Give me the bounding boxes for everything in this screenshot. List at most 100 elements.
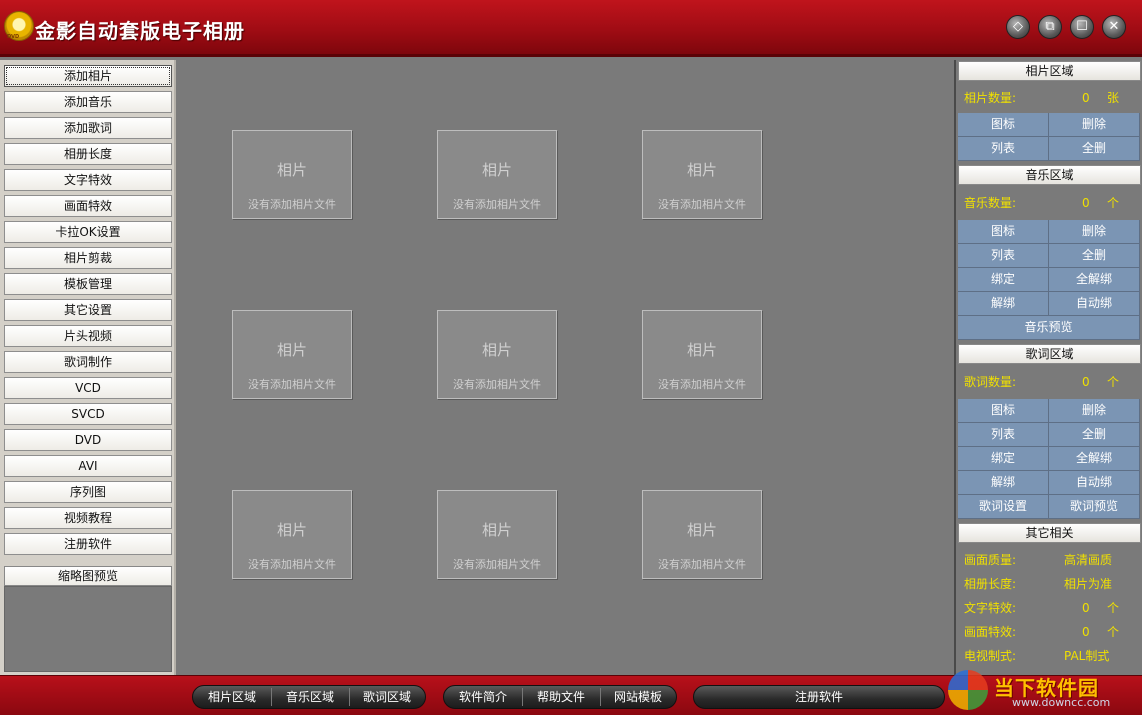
picture-effects-row: 画面特效: 0 个 (964, 621, 1140, 643)
lyric-count-unit: 个 (1107, 375, 1120, 389)
logo-text: DVD (7, 34, 20, 40)
photo-count-unit: 张 (1107, 91, 1120, 105)
lyric-delete-button[interactable]: 删除 (1049, 399, 1140, 423)
maximize-icon[interactable]: ☐ (1070, 15, 1094, 39)
nav-lyrics-make-button[interactable]: 歌词制作 (4, 351, 172, 373)
about-button[interactable]: 软件简介 (444, 686, 522, 708)
nav-add-photo-button[interactable]: 添加相片 (4, 65, 172, 87)
skin-icon[interactable]: ◇ (1006, 15, 1030, 39)
thumbnail-preview-box (4, 586, 172, 672)
nav-svcd-button[interactable]: SVCD (4, 403, 172, 425)
photo-delete-all-button[interactable]: 全删 (1049, 137, 1140, 161)
photo-delete-button[interactable]: 删除 (1049, 113, 1140, 137)
nav-add-music-button[interactable]: 添加音乐 (4, 91, 172, 113)
photo-slot[interactable]: 相片 没有添加相片文件 (232, 130, 352, 219)
lyric-count-row: 歌词数量: 0 个 (964, 372, 1140, 392)
photo-slot[interactable]: 相片 没有添加相片文件 (642, 490, 762, 579)
web-templates-button[interactable]: 网站模板 (600, 686, 676, 708)
music-unbind-button[interactable]: 解绑 (958, 292, 1049, 316)
music-auto-bind-button[interactable]: 自动绑 (1049, 292, 1140, 316)
nav-photo-crop-button[interactable]: 相片剪裁 (4, 247, 172, 269)
photo-list-view-button[interactable]: 列表 (958, 137, 1049, 161)
photo-area-header: 相片区域 (958, 61, 1141, 81)
watermark: 当下软件园 www.downcc.com (948, 664, 1142, 715)
music-area-header: 音乐区域 (958, 165, 1141, 185)
photo-slot-title: 相片 (481, 341, 512, 359)
other-area-header: 其它相关 (958, 523, 1141, 543)
lyric-bind-button[interactable]: 绑定 (958, 447, 1049, 471)
lyric-unbind-all-button[interactable]: 全解绑 (1049, 447, 1140, 471)
lyric-unbind-button[interactable]: 解绑 (958, 471, 1049, 495)
nav-karaoke-settings-button[interactable]: 卡拉OK设置 (4, 221, 172, 243)
quality-value: 高清画质 (1064, 553, 1113, 567)
album-length-row: 相册长度: 相片为准 (964, 573, 1140, 595)
photo-count-value: 0 (1082, 91, 1090, 105)
photo-slot[interactable]: 相片 没有添加相片文件 (642, 310, 762, 399)
tv-format-label: 电视制式: (964, 649, 1017, 663)
photo-area-tab[interactable]: 相片区域 (193, 686, 271, 708)
photo-slot-title: 相片 (481, 521, 512, 539)
music-area-tab[interactable]: 音乐区域 (271, 686, 349, 708)
info-group: 软件简介 帮助文件 网站模板 (443, 685, 677, 709)
lyric-settings-button[interactable]: 歌词设置 (958, 495, 1049, 519)
nav-register-button[interactable]: 注册软件 (4, 533, 172, 555)
lyric-auto-bind-button[interactable]: 自动绑 (1049, 471, 1140, 495)
lyric-preview-button[interactable]: 歌词预览 (1049, 495, 1140, 519)
nav-album-length-button[interactable]: 相册长度 (4, 143, 172, 165)
music-delete-button[interactable]: 删除 (1049, 220, 1140, 244)
photo-slot-desc: 没有添加相片文件 (453, 378, 541, 391)
music-bind-button[interactable]: 绑定 (958, 268, 1049, 292)
picture-effects-value: 0 (1082, 625, 1090, 639)
nav-video-tutorial-button[interactable]: 视频教程 (4, 507, 172, 529)
music-count-value: 0 (1082, 196, 1090, 210)
area-switch-group: 相片区域 音乐区域 歌词区域 (192, 685, 426, 709)
register-group: 注册软件 (693, 685, 945, 709)
music-count-label: 音乐数量: (964, 196, 1017, 210)
lyric-icon-view-button[interactable]: 图标 (958, 399, 1049, 423)
photo-slot-desc: 没有添加相片文件 (453, 198, 541, 211)
photo-slot[interactable]: 相片 没有添加相片文件 (232, 490, 352, 579)
help-button[interactable]: 帮助文件 (522, 686, 600, 708)
picture-effects-unit: 个 (1107, 625, 1120, 639)
nav-template-manage-button[interactable]: 模板管理 (4, 273, 172, 295)
nav-other-settings-button[interactable]: 其它设置 (4, 299, 172, 321)
lyric-delete-all-button[interactable]: 全删 (1049, 423, 1140, 447)
nav-intro-video-button[interactable]: 片头视频 (4, 325, 172, 347)
photo-slot[interactable]: 相片没有添加相片文件 (437, 310, 557, 399)
photo-count-label: 相片数量: (964, 91, 1017, 105)
nav-add-lyrics-button[interactable]: 添加歌词 (4, 117, 172, 139)
thumbnail-preview-header: 缩略图预览 (4, 566, 172, 586)
nav-picture-effects-button[interactable]: 画面特效 (4, 195, 172, 217)
windows-logo-icon (948, 670, 988, 710)
nav-sequence-button[interactable]: 序列图 (4, 481, 172, 503)
right-info-panel: 相片区域 相片数量: 0 张 图标 删除 列表 全删 音乐区域 音乐数量: 0 … (954, 60, 1142, 675)
photo-slot[interactable]: 相片 没有添加相片文件 (437, 130, 557, 219)
nav-avi-button[interactable]: AVI (4, 455, 172, 477)
photo-icon-view-button[interactable]: 图标 (958, 113, 1049, 137)
music-preview-button[interactable]: 音乐预览 (958, 316, 1140, 340)
music-unbind-all-button[interactable]: 全解绑 (1049, 268, 1140, 292)
photo-slot[interactable]: 相片 没有添加相片文件 (232, 310, 352, 399)
close-icon[interactable]: ✕ (1102, 15, 1126, 39)
lyric-list-view-button[interactable]: 列表 (958, 423, 1049, 447)
music-area-buttons: 图标 删除 列表 全删 绑定 全解绑 解绑 自动绑 音乐预览 (958, 220, 1141, 340)
music-list-view-button[interactable]: 列表 (958, 244, 1049, 268)
music-icon-view-button[interactable]: 图标 (958, 220, 1049, 244)
lyric-area-tab[interactable]: 歌词区域 (349, 686, 425, 708)
left-nav-panel: 添加相片 添加音乐 添加歌词 相册长度 文字特效 画面特效 卡拉OK设置 相片剪… (0, 60, 176, 675)
photo-slot[interactable]: 相片 没有添加相片文件 (642, 130, 762, 219)
music-delete-all-button[interactable]: 全删 (1049, 244, 1140, 268)
nav-vcd-button[interactable]: VCD (4, 377, 172, 399)
photo-slot[interactable]: 相片 没有添加相片文件 (437, 490, 557, 579)
photo-slot-title: 相片 (276, 521, 307, 539)
text-effects-value: 0 (1082, 601, 1090, 615)
photo-slot-title: 相片 (276, 161, 307, 179)
restore-icon[interactable]: ⧉ (1038, 15, 1062, 39)
register-button[interactable]: 注册软件 (694, 686, 944, 708)
lyric-area-header: 歌词区域 (958, 344, 1141, 364)
lyric-area-buttons: 图标 删除 列表 全删 绑定 全解绑 解绑 自动绑 歌词设置 歌词预览 (958, 399, 1141, 519)
nav-dvd-button[interactable]: DVD (4, 429, 172, 451)
quality-row: 画面质量: 高清画质 (964, 549, 1140, 571)
nav-text-effects-button[interactable]: 文字特效 (4, 169, 172, 191)
album-length-label: 相册长度: (964, 577, 1017, 591)
